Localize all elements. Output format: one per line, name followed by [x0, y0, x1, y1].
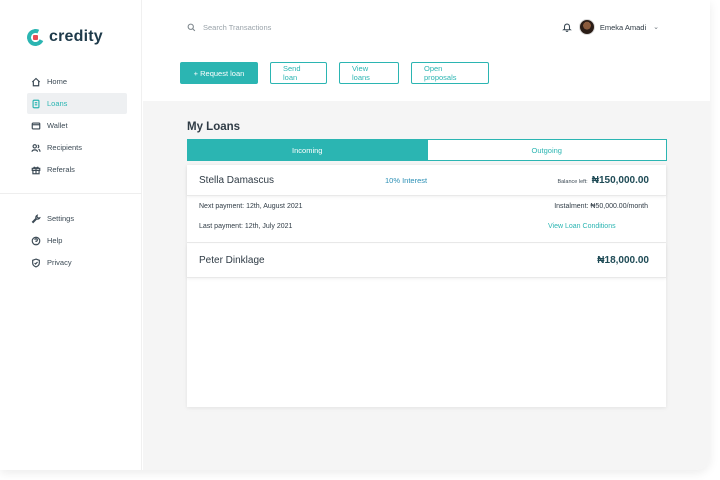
secondary-nav: Settings Help Privacy: [27, 208, 127, 274]
sidebar-item-label: Home: [47, 77, 68, 86]
help-icon: [31, 236, 41, 245]
loans-icon: [32, 99, 40, 108]
view-loans-button[interactable]: View loans: [339, 62, 399, 84]
gift-icon: [31, 166, 41, 174]
sidebar-divider: [0, 193, 142, 194]
sidebar-item-settings[interactable]: Settings: [27, 208, 127, 229]
sidebar-item-recipients[interactable]: Recipients: [27, 137, 127, 158]
user-name: Emeka Amadi: [599, 22, 647, 32]
top-bar: Search Transactions Emeka Amadi ⌄ + Requ…: [143, 0, 710, 101]
sidebar-item-label: Recipients: [47, 143, 83, 152]
search-input[interactable]: Search Transactions: [203, 23, 271, 32]
logo-mark-icon: [24, 26, 47, 48]
chevron-down-icon[interactable]: ⌄: [653, 23, 659, 31]
sidebar-item-loans[interactable]: Loans: [27, 93, 127, 114]
wrench-icon: [31, 213, 41, 223]
sidebar-item-privacy[interactable]: Privacy: [27, 252, 127, 273]
wallet-icon: [31, 122, 41, 129]
instalment: Instalment: ₦50,000.00/month: [554, 203, 648, 210]
loans-list: Stella Damascus 10% Interest Balance lef…: [187, 165, 666, 407]
loan-tabs: Incoming Outgoing: [187, 139, 667, 161]
main-content: Search Transactions Emeka Amadi ⌄ + Requ…: [143, 0, 710, 470]
sidebar-item-label: Referals: [47, 165, 75, 174]
app-window: credity Home Loans Wallet Recipients Ref…: [0, 0, 710, 470]
balance-amount: ₦18,000.00: [597, 255, 649, 266]
tab-incoming[interactable]: Incoming: [187, 139, 428, 161]
recipients-icon: [31, 143, 41, 152]
borrower-name: Peter Dinklage: [199, 255, 265, 266]
search-bar[interactable]: Search Transactions: [187, 23, 271, 32]
avatar[interactable]: [578, 19, 595, 35]
view-loan-conditions-link[interactable]: View Loan Conditions: [548, 223, 616, 230]
tab-outgoing[interactable]: Outgoing: [427, 139, 667, 161]
sidebar-item-referals[interactable]: Referals: [27, 159, 127, 180]
brand-logo[interactable]: credity: [24, 26, 103, 48]
sidebar-item-label: Wallet: [47, 121, 68, 130]
bell-icon[interactable]: [561, 22, 572, 32]
home-icon: [31, 77, 41, 86]
borrower-name: Stella Damascus: [199, 174, 275, 186]
sidebar-item-help[interactable]: Help: [27, 230, 127, 251]
user-menu[interactable]: Emeka Amadi ⌄: [561, 19, 659, 35]
balance-label: Balance left:: [557, 178, 588, 185]
request-loan-button[interactable]: + Request loan: [180, 62, 258, 84]
search-icon: [187, 23, 196, 32]
loan-row[interactable]: Stella Damascus 10% Interest Balance lef…: [187, 165, 666, 196]
sidebar-item-label: Settings: [47, 214, 75, 223]
sidebar: credity Home Loans Wallet Recipients Ref…: [0, 0, 142, 470]
open-proposals-button[interactable]: Open proposals: [411, 62, 489, 84]
sidebar-item-home[interactable]: Home: [27, 71, 127, 92]
balance: Balance left: ₦150,000.00: [557, 175, 649, 186]
shield-icon: [32, 257, 40, 268]
primary-nav: Home Loans Wallet Recipients Referals: [27, 71, 127, 181]
balance-amount: ₦150,000.00: [591, 174, 649, 186]
next-payment: Next payment: 12th, August 2021: [199, 203, 303, 210]
brand-name: credity: [49, 28, 103, 45]
loan-details: Next payment: 12th, August 2021 Instalme…: [187, 196, 666, 243]
loan-row[interactable]: Peter Dinklage ₦18,000.00: [187, 244, 666, 278]
last-payment: Last payment: 12th, July 2021: [199, 223, 293, 230]
sidebar-item-label: Help: [47, 236, 63, 245]
balance: ₦18,000.00: [597, 255, 649, 266]
send-loan-button[interactable]: Send loan: [270, 62, 327, 84]
interest-rate: 10% Interest: [385, 175, 428, 185]
sidebar-item-label: Loans: [47, 99, 68, 108]
page-title: My Loans: [187, 121, 241, 133]
sidebar-item-label: Privacy: [47, 258, 72, 267]
action-bar: + Request loan Send loan View loans Open…: [180, 62, 501, 84]
sidebar-item-wallet[interactable]: Wallet: [27, 115, 127, 136]
